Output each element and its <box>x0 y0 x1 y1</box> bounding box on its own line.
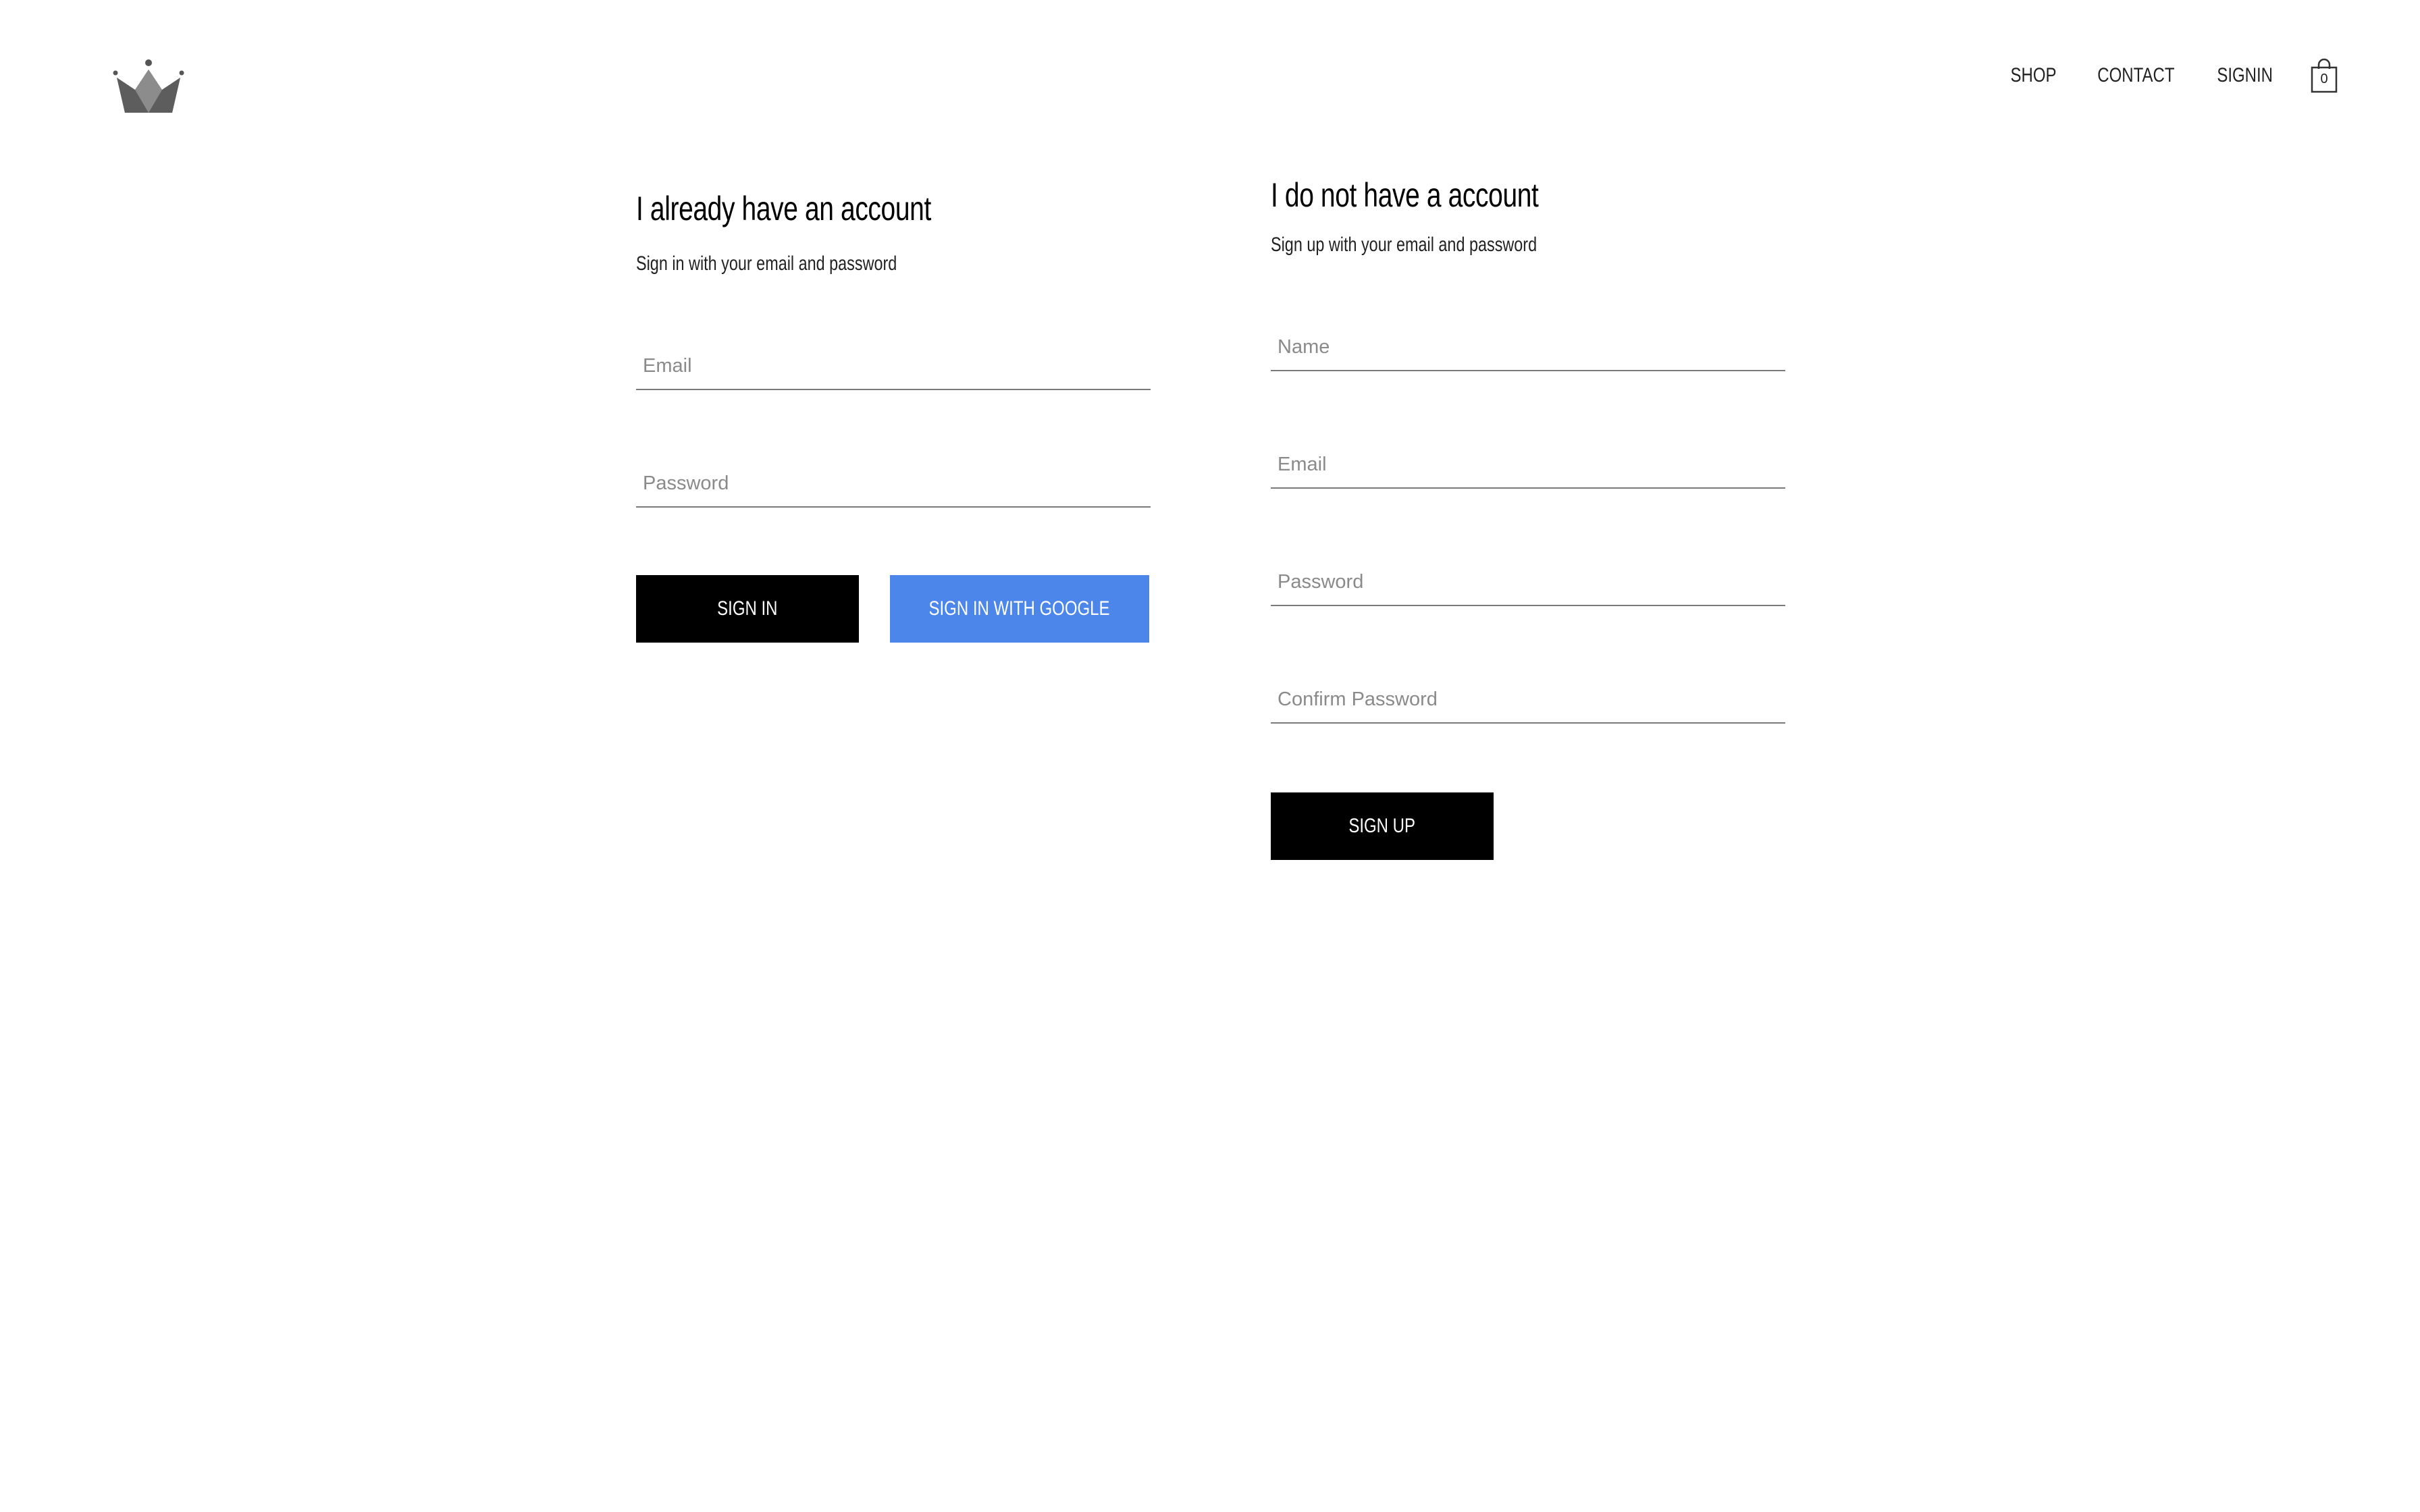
cart-count: 0 <box>2320 72 2328 86</box>
signup-password-field <box>1271 559 1785 613</box>
signup-confirm-password-input[interactable] <box>1271 676 1785 724</box>
sign-up-button-label: SIGN UP <box>1348 815 1416 837</box>
signup-panel: I do not have a account Sign up with you… <box>1271 176 1785 860</box>
signin-title: I already have an account <box>636 190 931 227</box>
signup-email-field <box>1271 441 1785 495</box>
signup-confirm-password-field <box>1271 676 1785 730</box>
cart-button[interactable]: 0 <box>2309 58 2339 93</box>
signin-email-input[interactable] <box>636 343 1151 390</box>
nav-signin-link[interactable]: SIGNIN <box>2217 64 2273 87</box>
signup-button-row: SIGN UP <box>1271 792 1785 860</box>
signup-password-input[interactable] <box>1271 559 1785 606</box>
google-sign-in-button[interactable]: SIGN IN WITH GOOGLE <box>890 575 1149 643</box>
signup-title: I do not have a account <box>1271 176 1539 214</box>
signup-name-field <box>1271 324 1785 378</box>
crown-icon <box>113 59 184 113</box>
crown-logo[interactable] <box>111 57 186 118</box>
nav-shop-link[interactable]: SHOP <box>2010 64 2056 87</box>
signin-email-field <box>636 343 1151 397</box>
signup-subtitle: Sign up with your email and password <box>1271 234 1537 256</box>
sign-in-button[interactable]: SIGN IN <box>636 575 859 643</box>
sign-up-button[interactable]: SIGN UP <box>1271 792 1494 860</box>
signin-password-field <box>636 460 1151 514</box>
signup-name-input[interactable] <box>1271 324 1785 371</box>
signup-email-input[interactable] <box>1271 441 1785 489</box>
nav-contact-link[interactable]: CONTACT <box>2097 64 2174 87</box>
top-nav: SHOP CONTACT SIGNIN 0 <box>1979 58 2339 93</box>
google-sign-in-button-label: SIGN IN WITH GOOGLE <box>928 597 1111 620</box>
signin-button-row: SIGN IN SIGN IN WITH GOOGLE <box>636 575 1151 643</box>
signin-panel: I already have an account Sign in with y… <box>636 189 1151 643</box>
sign-in-button-label: SIGN IN <box>717 597 778 620</box>
signin-subtitle: Sign in with your email and password <box>636 252 897 275</box>
signin-password-input[interactable] <box>636 460 1151 508</box>
